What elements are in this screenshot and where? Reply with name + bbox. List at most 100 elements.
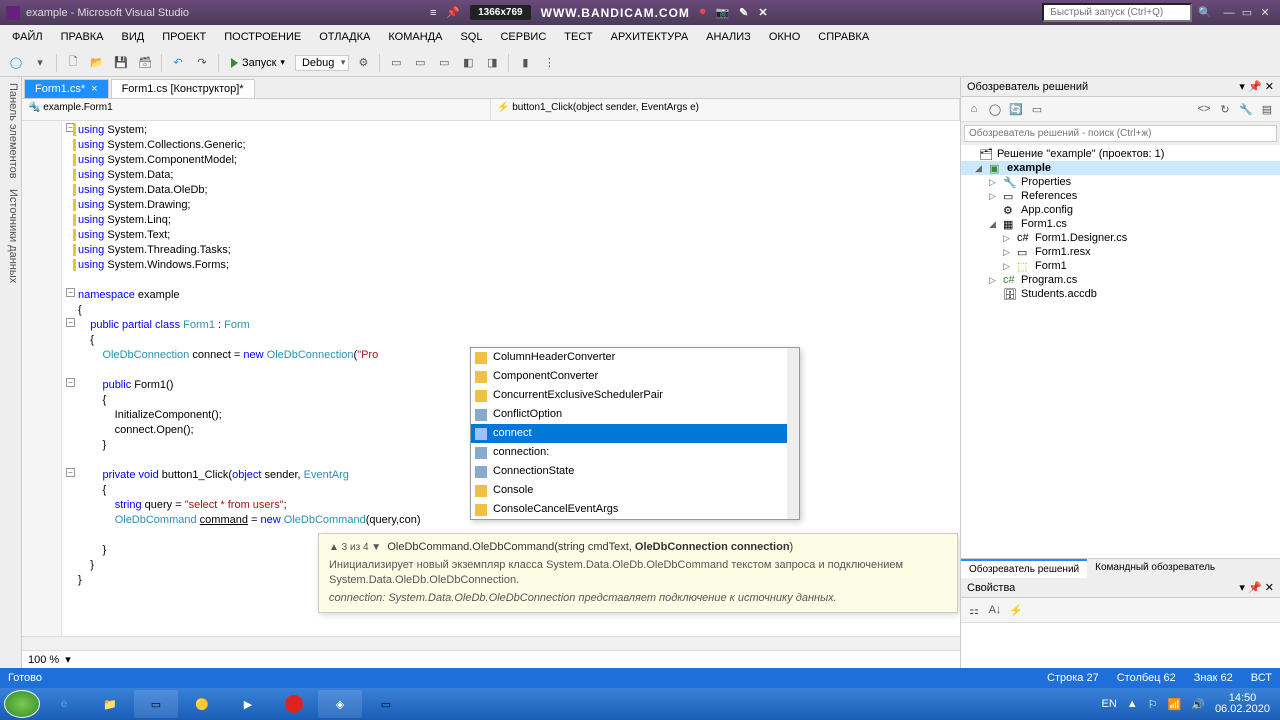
db-node[interactable]: 🗄Students.accdb [961,287,1280,301]
nav-fwd-button[interactable]: ▾ [30,53,50,73]
menu-file[interactable]: ФАЙЛ [4,28,51,46]
panel-close-icon[interactable]: ✕ [1265,582,1274,594]
menu-test[interactable]: ТЕСТ [556,28,600,46]
fold-icon[interactable]: − [66,318,75,327]
nav-back-button[interactable]: ◯ [6,53,26,73]
fold-icon[interactable]: − [66,378,75,387]
run-button[interactable]: Запуск▾ [225,55,291,71]
menu-view[interactable]: ВИД [114,28,153,46]
minimize-button[interactable]: — [1220,7,1238,19]
tray-flag-icon[interactable]: ▲ [1127,698,1138,710]
pin-icon[interactable]: 📌 [1248,582,1262,594]
panel-close-icon[interactable]: ✕ [1265,81,1274,93]
project-node[interactable]: ◢▣example [961,161,1280,175]
quick-launch-input[interactable] [1042,3,1192,22]
menu-team[interactable]: КОМАНДА [380,28,450,46]
panel-menu-icon[interactable]: ▾ [1239,81,1245,93]
tray-network-icon[interactable]: 📶 [1168,698,1182,711]
member-selector[interactable]: ⚡ button1_Click(object sender, EventArgs… [491,99,960,120]
overlay-close-icon[interactable]: ✕ [758,6,767,19]
tool-2[interactable]: ▭ [386,53,406,73]
tab-form1-cs[interactable]: Form1.cs*× [24,79,109,98]
camera-icon[interactable]: 📷 [715,6,729,19]
pencil-icon[interactable]: ✎ [739,6,748,19]
menu-service[interactable]: СЕРВИС [492,28,554,46]
menu-analyze[interactable]: АНАЛИЗ [698,28,759,46]
form1cs-node[interactable]: ◢▦Form1.cs [961,217,1280,231]
intellisense-item[interactable]: connection: [471,443,799,462]
taskbar-app1[interactable]: ▭ [134,690,178,718]
data-sources-tab[interactable]: Источники данных [2,189,19,283]
intellisense-item[interactable]: ColumnHeaderConverter [471,348,799,367]
prop-cat-icon[interactable]: ⚏ [965,601,983,619]
menu-project[interactable]: ПРОЕКТ [154,28,214,46]
overload-nav[interactable]: ▲ 3 из 4 ▼ [329,542,381,553]
tab-team-explorer[interactable]: Командный обозреватель [1087,559,1223,578]
menu-debug[interactable]: ОТЛАДКА [311,28,378,46]
tool-7[interactable]: ▮ [515,53,535,73]
tab-close-icon[interactable]: × [91,83,97,95]
save-all-button[interactable]: 🗃 [135,53,155,73]
se-props-icon[interactable]: ▤ [1258,100,1276,118]
save-button[interactable]: 💾 [111,53,131,73]
intellisense-item[interactable]: ConnectionState [471,462,799,481]
program-node[interactable]: ▷c#Program.cs [961,273,1280,287]
taskbar-explorer[interactable]: 📁 [88,690,132,718]
type-selector[interactable]: 🔩 example.Form1 [22,99,491,120]
references-node[interactable]: ▷▭References [961,189,1280,203]
tool-3[interactable]: ▭ [410,53,430,73]
tool-4[interactable]: ▭ [434,53,454,73]
intellisense-item[interactable]: ConcurrentExclusiveSchedulerPair [471,386,799,405]
menu-edit[interactable]: ПРАВКА [53,28,112,46]
zoom-level[interactable]: 100 % [28,654,59,666]
pin-icon[interactable]: 📌 [1248,81,1262,93]
solution-search-input[interactable] [964,125,1277,142]
intellisense-item[interactable]: ConflictOption [471,405,799,424]
tray-action-icon[interactable]: ⚐ [1148,698,1158,711]
tray-volume-icon[interactable]: 🔊 [1191,698,1205,711]
taskbar-ie[interactable]: e [42,690,86,718]
solution-node[interactable]: 🗂Решение "example" (проектов: 1) [961,147,1280,161]
close-button[interactable]: ✕ [1256,6,1274,19]
intellisense-item[interactable]: Console [471,481,799,500]
menu-build[interactable]: ПОСТРОЕНИЕ [216,28,309,46]
start-button[interactable] [4,690,40,718]
menu-arch[interactable]: АРХИТЕКТУРА [603,28,697,46]
taskbar-app3[interactable]: ▭ [364,690,408,718]
menu-help[interactable]: СПРАВКА [810,28,877,46]
se-showall-icon[interactable]: <> [1195,100,1213,118]
search-icon[interactable]: 🔍 [1198,6,1212,19]
new-project-button[interactable]: 🗋 [63,53,83,73]
fold-icon[interactable]: − [66,468,75,477]
hamburger-icon[interactable]: ≡ [430,7,436,19]
config-combo[interactable]: Debug [295,55,349,71]
prop-az-icon[interactable]: A↓ [986,601,1004,619]
panel-menu-icon[interactable]: ▾ [1239,582,1245,594]
pin-icon[interactable]: 📌 [446,6,460,19]
maximize-button[interactable]: ▭ [1238,6,1256,19]
tab-form1-designer[interactable]: Form1.cs [Конструктор]* [111,79,255,98]
redo-button[interactable]: ↷ [192,53,212,73]
intellisense-scrollbar[interactable] [787,348,799,519]
taskbar-app2[interactable]: ▶ [226,690,270,718]
tab-solution-explorer[interactable]: Обозреватель решений [961,559,1087,578]
se-sync-icon[interactable]: 🔄 [1007,100,1025,118]
taskbar-chrome[interactable]: 🟡 [180,690,224,718]
tray-date[interactable]: 06.02.2020 [1215,704,1270,715]
intellisense-item-selected[interactable]: connect [471,424,799,443]
se-wrench-icon[interactable]: 🔧 [1237,100,1255,118]
fold-icon[interactable]: − [66,288,75,297]
appconfig-node[interactable]: ⚙App.config [961,203,1280,217]
taskbar-vs[interactable]: ◈ [318,690,362,718]
intellisense-item[interactable]: ComponentConverter [471,367,799,386]
undo-button[interactable]: ↶ [168,53,188,73]
se-back-icon[interactable]: ◯ [986,100,1004,118]
menu-sql[interactable]: SQL [452,28,490,46]
horizontal-scrollbar[interactable] [22,636,960,650]
open-button[interactable]: 📂 [87,53,107,73]
code-editor[interactable]: − − − − − using System; using System.Col… [22,121,960,636]
tool-5[interactable]: ◧ [458,53,478,73]
se-refresh-icon[interactable]: ↻ [1216,100,1234,118]
designer-node[interactable]: ▷c#Form1.Designer.cs [961,231,1280,245]
menu-window[interactable]: ОКНО [761,28,808,46]
